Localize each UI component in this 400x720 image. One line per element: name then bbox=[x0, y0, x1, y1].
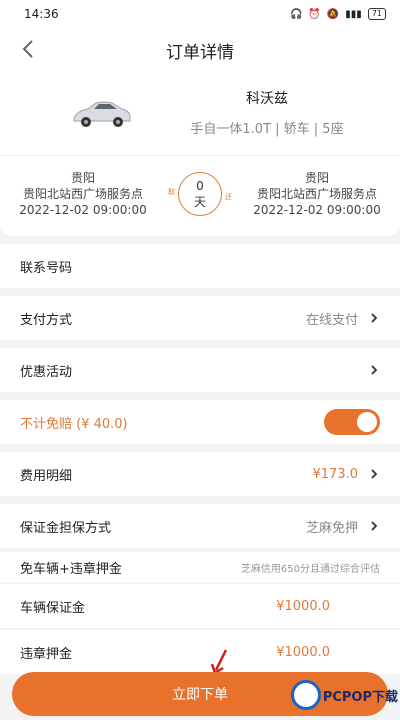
chevron-right-icon bbox=[371, 365, 378, 375]
payment-label: 支付方式 bbox=[20, 312, 73, 328]
guarantee-row[interactable]: 保证金担保方式 芝麻免押 bbox=[0, 504, 400, 548]
violation-deposit-row: 违章押金 ¥1000.0 bbox=[0, 630, 400, 674]
status-icons: 🎧 ⏰ 🔕 ▮▮▮ 71 bbox=[290, 8, 386, 20]
car-summary: 科沃兹 手自一体1.0T | 轿车 | 5座 bbox=[0, 72, 400, 156]
pickup-city: 贵阳 bbox=[70, 171, 95, 185]
vehicle-deposit-value: ¥1000.0 bbox=[276, 598, 330, 614]
insurance-toggle[interactable] bbox=[324, 409, 380, 435]
alarm-icon: ⏰ bbox=[308, 8, 321, 20]
contact-label: 联系号码 bbox=[20, 260, 73, 276]
return-city: 贵阳 bbox=[304, 171, 329, 185]
exempt-label: 免车辆+违章押金 bbox=[20, 561, 122, 577]
days-unit: 天 bbox=[193, 195, 206, 209]
battery-icon: 71 bbox=[367, 8, 386, 20]
payment-value: 在线支付 bbox=[305, 312, 358, 328]
guarantee-label: 保证金担保方式 bbox=[20, 520, 112, 536]
signal-icon: ▮▮▮ bbox=[345, 8, 362, 20]
insurance-label: 不计免赔 (¥ 40.0) bbox=[20, 416, 128, 432]
pickup-place: 贵阳北站西广场服务点 bbox=[22, 187, 143, 201]
page-title: 订单详情 bbox=[166, 42, 234, 63]
return-location: 贵阳 贵阳北站西广场服务点 2022-12-02 09:00:00 bbox=[242, 170, 392, 218]
violation-deposit-label: 违章押金 bbox=[20, 646, 73, 662]
watermark: PCPOP下载 bbox=[290, 680, 398, 710]
status-time: 14:36 bbox=[24, 7, 59, 21]
back-arrow-icon[interactable] bbox=[16, 36, 42, 62]
rental-days: 取 0 天 还 bbox=[168, 172, 232, 216]
pickup-datetime: 2022-12-02 09:00:00 bbox=[19, 203, 147, 217]
status-bar: 14:36 🎧 ⏰ 🔕 ▮▮▮ 71 bbox=[0, 0, 400, 28]
deposit-exempt-header: 免车辆+违章押金 芝麻信用650分且通过综合评估 bbox=[0, 552, 400, 582]
vehicle-deposit-row: 车辆保证金 ¥1000.0 bbox=[0, 584, 400, 628]
car-name: 科沃兹 bbox=[246, 91, 288, 107]
pickup-tag: 取 bbox=[168, 187, 175, 197]
promo-label: 优惠活动 bbox=[20, 364, 73, 380]
payment-row[interactable]: 支付方式 在线支付 bbox=[0, 296, 400, 340]
pickup-location: 贵阳 贵阳北站西广场服务点 2022-12-02 09:00:00 bbox=[8, 170, 158, 218]
exempt-note: 芝麻信用650分且通过综合评估 bbox=[240, 563, 380, 575]
return-datetime: 2022-12-02 09:00:00 bbox=[253, 203, 381, 217]
return-place: 贵阳北站西广场服务点 bbox=[256, 187, 377, 201]
return-tag: 还 bbox=[225, 192, 232, 202]
days-circle: 0 天 bbox=[178, 172, 222, 216]
fees-label: 费用明细 bbox=[20, 468, 73, 484]
chevron-right-icon bbox=[371, 313, 378, 323]
violation-deposit-value: ¥1000.0 bbox=[276, 644, 330, 660]
chevron-right-icon bbox=[371, 521, 378, 531]
watermark-logo bbox=[290, 680, 321, 710]
car-spec: 手自一体1.0T | 轿车 | 5座 bbox=[190, 122, 344, 137]
vehicle-deposit-label: 车辆保证金 bbox=[20, 600, 86, 616]
mute-icon: 🔕 bbox=[326, 8, 340, 20]
nav-bar: 订单详情 bbox=[0, 28, 400, 72]
promo-row[interactable]: 优惠活动 bbox=[0, 348, 400, 392]
rental-route: 贵阳 贵阳北站西广场服务点 2022-12-02 09:00:00 取 0 天 … bbox=[0, 156, 400, 236]
fees-row[interactable]: 费用明细 ¥173.0 bbox=[0, 452, 400, 496]
contact-row[interactable]: 联系号码 bbox=[0, 244, 400, 288]
watermark-text: PCPOP下载 bbox=[322, 689, 398, 705]
headset-icon: 🎧 bbox=[289, 8, 303, 20]
car-info: 科沃兹 手自一体1.0T | 轿车 | 5座 bbox=[134, 88, 380, 137]
toggle-knob bbox=[357, 412, 377, 432]
chevron-right-icon bbox=[371, 469, 378, 479]
car-card: 科沃兹 手自一体1.0T | 轿车 | 5座 贵阳 贵阳北站西广场服务点 202… bbox=[0, 72, 400, 236]
car-image bbox=[73, 101, 131, 127]
guarantee-value: 芝麻免押 bbox=[305, 520, 358, 536]
days-count: 0 bbox=[196, 179, 204, 193]
fees-value: ¥173.0 bbox=[312, 466, 359, 482]
insurance-row: 不计免赔 (¥ 40.0) bbox=[0, 400, 400, 444]
